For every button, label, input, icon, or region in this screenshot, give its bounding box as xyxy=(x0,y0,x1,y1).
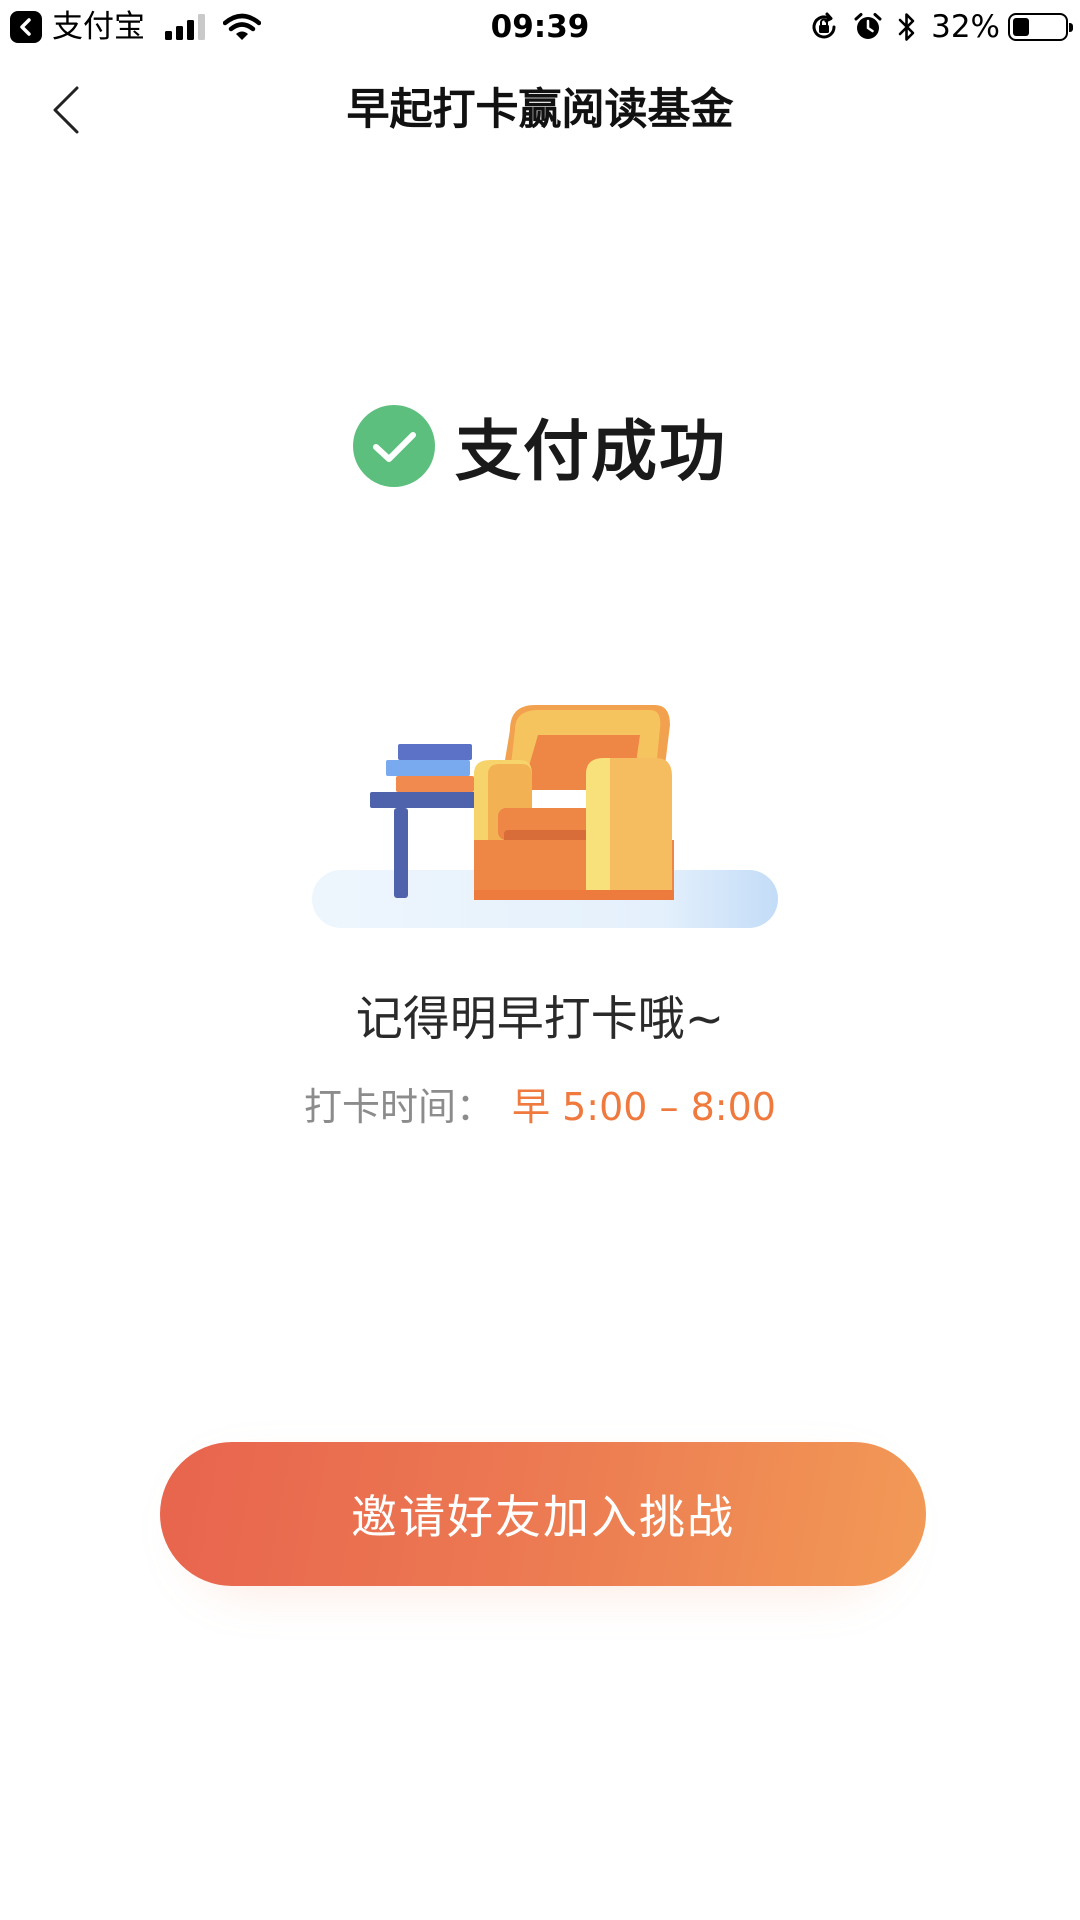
battery-icon xyxy=(1008,13,1073,41)
payment-success-banner: 支付成功 xyxy=(0,400,1080,492)
nav-bar: 早起打卡赢阅读基金 xyxy=(0,54,1080,166)
invite-friends-label: 邀请好友加入挑战 xyxy=(351,1490,735,1544)
checkin-time-label: 打卡时间： xyxy=(304,1085,495,1129)
rotation-lock-icon xyxy=(812,12,836,39)
status-right: 32% xyxy=(795,9,1073,45)
bluetooth-icon xyxy=(898,13,915,41)
checkin-time-row: 打卡时间： 早 5:00 – 8:00 xyxy=(0,1082,1080,1132)
payment-success-text: 支付成功 xyxy=(455,413,727,490)
status-bar: 支付宝 09:39 32% xyxy=(0,0,1080,54)
check-circle-icon xyxy=(353,405,435,487)
invite-friends-button[interactable]: 邀请好友加入挑战 xyxy=(160,1442,926,1586)
battery-tip xyxy=(1069,23,1073,32)
armchair-illustration xyxy=(312,705,778,928)
alarm-icon xyxy=(854,13,882,39)
battery-percent: 32% xyxy=(931,9,1000,45)
checkin-time-value: 早 5:00 – 8:00 xyxy=(512,1085,776,1129)
page-title: 早起打卡赢阅读基金 xyxy=(346,85,734,135)
reminder-text: 记得明早打卡哦~ xyxy=(355,992,725,1047)
battery-level-fill xyxy=(1013,18,1029,36)
